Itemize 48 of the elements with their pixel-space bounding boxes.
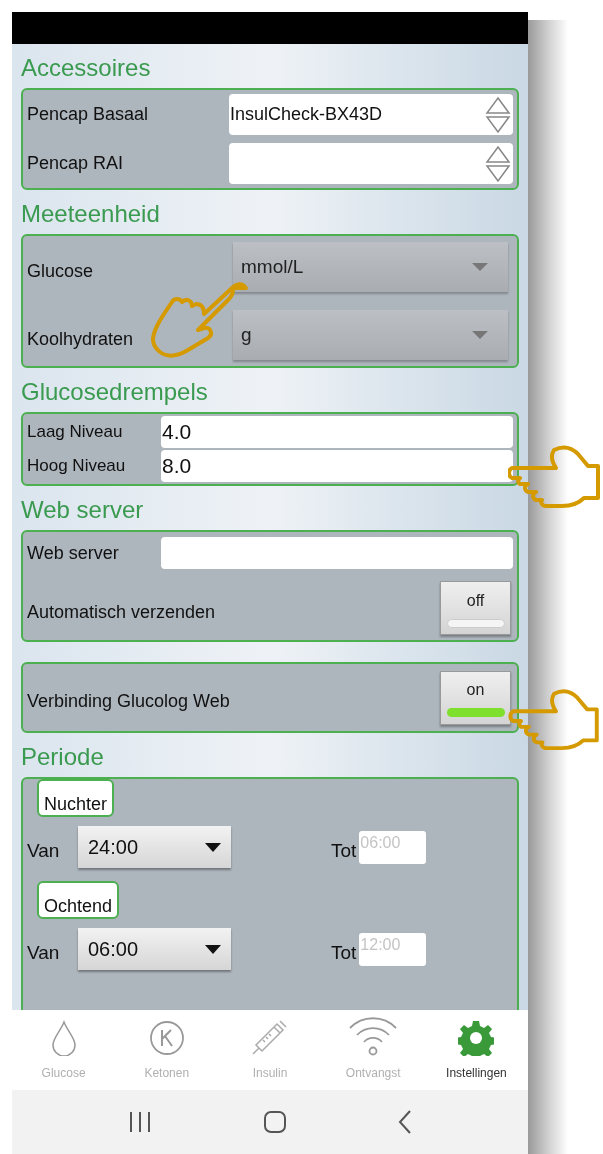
section-heading: Periode: [21, 743, 105, 771]
field-label: Koolhydraten: [27, 327, 135, 351]
time-field: 06:00: [359, 830, 427, 864]
dropdown-arrow-icon: [205, 842, 221, 852]
drop-icon: [50, 1020, 77, 1056]
dropdown[interactable]: g: [233, 310, 508, 360]
dropdown[interactable]: 06:00: [78, 928, 231, 970]
k-circle-icon: [148, 1020, 185, 1056]
field-label: Tot: [331, 838, 357, 863]
field-label: Web server: [27, 541, 120, 565]
field-label: Van: [27, 940, 61, 965]
field-label: Automatisch verzenden: [27, 600, 216, 624]
field-label: Hoog Niveau: [27, 455, 127, 478]
spinner-field[interactable]: InsulCheck-BX43D: [229, 94, 513, 135]
field-label: Tot: [331, 940, 357, 965]
nav-tab[interactable]: Instellingen: [424, 1010, 528, 1090]
dropdown-arrow-icon: [472, 331, 488, 339]
dropdown-arrow-icon: [472, 263, 488, 271]
section-heading: Meeteenheid: [21, 200, 161, 228]
field-label: Glucose: [27, 259, 95, 283]
field-label: Laag Niveau: [27, 421, 124, 444]
field-label: Van: [27, 838, 61, 863]
dropdown[interactable]: mmol/L: [233, 242, 508, 292]
back-icon[interactable]: [398, 1110, 412, 1134]
toggle-button[interactable]: on: [440, 670, 511, 725]
input-field[interactable]: [161, 537, 513, 569]
field-label: Verbinding Glucolog Web: [27, 690, 230, 713]
input-field[interactable]: 4.0: [161, 416, 513, 448]
section-heading: Glucosedrempels: [21, 378, 209, 406]
period-name-label: Ochtend: [37, 881, 120, 919]
dropdown-arrow-icon: [205, 944, 221, 954]
period-name-label: Nuchter: [37, 779, 115, 817]
up-down-arrows-icon[interactable]: [485, 95, 511, 134]
wifi-icon: [348, 1016, 399, 1056]
input-field[interactable]: 8.0: [161, 450, 513, 482]
syringe-icon: [251, 1018, 289, 1056]
section-heading: Accessoires: [21, 54, 152, 82]
up-down-arrows-icon[interactable]: [485, 144, 511, 183]
settings-icon: [458, 1020, 495, 1056]
field-label: Pencap Basaal: [27, 103, 150, 126]
recent-apps-icon[interactable]: [128, 1111, 152, 1133]
toggle-button[interactable]: off: [440, 581, 511, 635]
dropdown[interactable]: 24:00: [78, 826, 231, 868]
section-heading: Web server: [21, 496, 145, 524]
spinner-field[interactable]: [229, 143, 513, 184]
home-icon[interactable]: [264, 1111, 286, 1133]
field-label: Pencap RAI: [27, 152, 125, 175]
time-field: 12:00: [359, 932, 427, 966]
